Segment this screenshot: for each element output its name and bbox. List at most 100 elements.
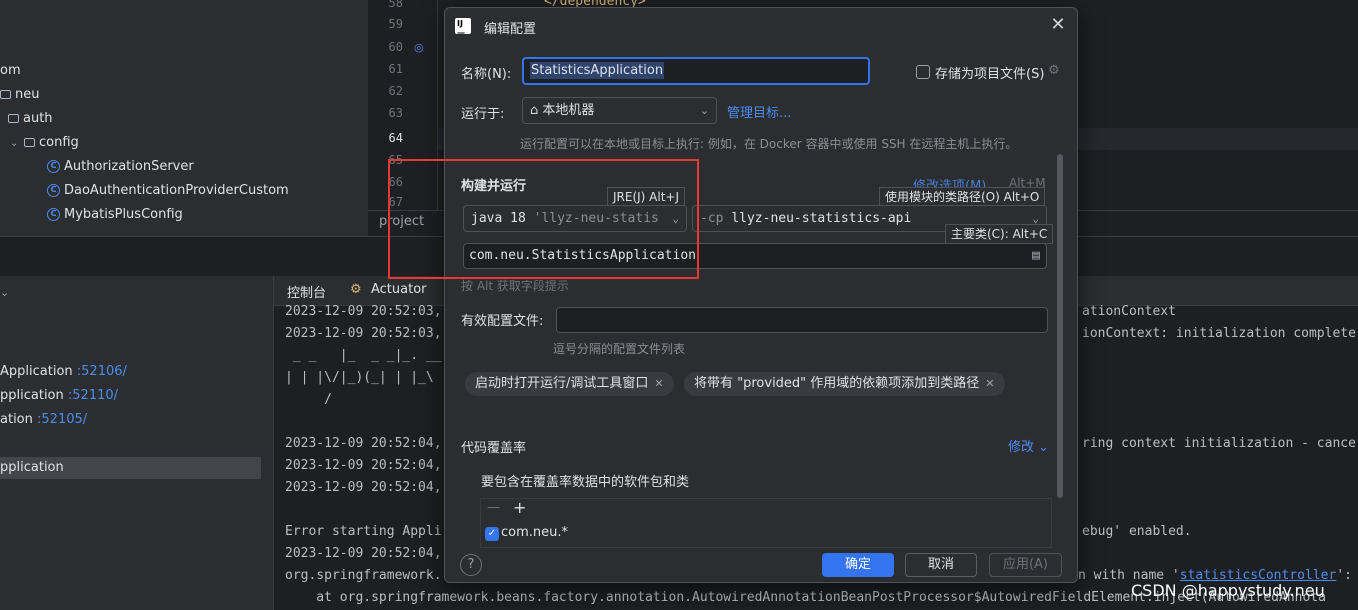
line-number: 59	[388, 17, 403, 31]
tree-item[interactable]: om	[0, 60, 21, 82]
project-tool-window: om neu auth ⌄ config C AuthorizationServer…	[0, 0, 368, 236]
service-port[interactable]: :52105/	[37, 412, 87, 427]
run-on-value: 本地机器	[542, 103, 595, 118]
home-icon: ⌂	[530, 103, 539, 118]
service-item[interactable]: pplication :52110/	[0, 385, 118, 407]
tree-item-label: DaoAuthenticationProviderCustom	[64, 183, 289, 198]
line-number: 63	[388, 106, 403, 120]
intellij-logo-icon: IJ —	[455, 18, 471, 37]
ok-button[interactable]: 确定	[822, 553, 894, 577]
line-number: 62	[388, 84, 403, 98]
store-as-file-label[interactable]: 存储为项目文件(S)	[935, 63, 1044, 82]
dialog-title-bar: IJ — 编辑配置 ✕	[445, 8, 1077, 46]
chip-label: 启动时打开运行/调试工具窗口	[475, 376, 649, 391]
service-port[interactable]: :52106/	[77, 364, 127, 379]
edit-configuration-dialog: IJ — 编辑配置 ✕ 名称(N): StatisticsApplication …	[444, 7, 1078, 583]
tree-item-neu[interactable]: neu	[0, 84, 39, 106]
dialog-scrollbar[interactable]	[1057, 154, 1063, 498]
coverage-include-label: 要包含在覆盖率数据中的软件包和类	[481, 475, 690, 490]
tree-item-class[interactable]: C MybatisPlusConfig	[47, 204, 183, 226]
tree-item-class[interactable]: C DaoAuthenticationProviderCustom	[47, 180, 289, 202]
service-name: pplication	[0, 388, 64, 403]
classpath-prefix: -cp	[700, 211, 724, 226]
name-input-value: StatisticsApplication	[530, 62, 665, 79]
tree-item-label: MybatisPlusConfig	[64, 207, 183, 222]
remove-pattern-button[interactable]: —	[487, 500, 500, 515]
tab-console[interactable]: 控制台	[287, 282, 326, 301]
service-name: pplication	[0, 460, 64, 475]
console-line: _ _ |_ _ _|_. __	[285, 348, 442, 363]
tree-item-label: om	[0, 63, 21, 78]
run-gutter-icon[interactable]: ◎	[414, 41, 424, 54]
console-line: /	[285, 392, 332, 407]
line-number: 60	[388, 40, 403, 54]
browse-icon[interactable]: ▤	[1032, 244, 1040, 268]
console-line: ionContext: initialization complete	[1082, 326, 1356, 341]
active-profiles-input[interactable]	[556, 307, 1048, 333]
coverage-title: 代码覆盖率	[461, 441, 527, 456]
console-line: | | |\/|_)(_| | |_\	[285, 370, 434, 385]
close-icon[interactable]: ✕	[1047, 14, 1069, 36]
classpath-module: llyz-neu-statistics-api	[731, 211, 912, 226]
run-on-label: 运行于:	[461, 107, 505, 122]
service-name: ation	[0, 412, 33, 427]
main-class-tooltip-text: 主要类(C): Alt+C	[951, 227, 1048, 241]
line-number: 61	[388, 62, 403, 76]
coverage-modify-label: 修改	[1008, 440, 1035, 455]
manage-targets-link[interactable]: 管理目标...	[727, 102, 791, 121]
class-icon: C	[47, 160, 60, 173]
expand-icon[interactable]: ⌄	[0, 286, 9, 299]
gear-icon[interactable]: ⚙	[1048, 63, 1060, 78]
package-icon	[8, 114, 19, 123]
console-line: 2023-12-09 20:52:04,	[285, 480, 442, 495]
console-line: 2023-12-09 20:52:03,	[285, 304, 442, 319]
tree-item-label: auth	[23, 111, 53, 126]
package-icon	[0, 90, 11, 99]
option-chip[interactable]: 将带有 "provided" 作用域的依赖项添加到类路径 ✕	[684, 372, 1005, 396]
help-button[interactable]: ?	[460, 554, 482, 576]
chevron-down-icon: ⌄	[699, 104, 709, 117]
console-line: ring context initialization - cance	[1082, 436, 1356, 451]
highlight-annotation-box	[388, 159, 699, 279]
tree-item-label: AuthorizationServer	[64, 159, 194, 174]
classpath-tooltip-text: 使用模块的类路径(O) Alt+O	[885, 190, 1040, 204]
chevron-down-icon: ⌄	[10, 138, 19, 149]
dialog-title: 编辑配置	[484, 22, 537, 37]
csdn-watermark: CSDN @happystudy.neu	[1131, 581, 1325, 600]
service-name: Application	[0, 364, 73, 379]
console-line: ationContext	[1082, 304, 1176, 319]
classpath-tooltip: 使用模块的类路径(O) Alt+O	[879, 187, 1046, 207]
service-item-selected[interactable]: pplication	[0, 457, 261, 479]
package-icon	[24, 138, 35, 147]
coverage-modify-link[interactable]: 修改 ⌄	[1008, 436, 1049, 455]
store-as-file-checkbox[interactable]	[916, 65, 930, 79]
service-port[interactable]: :52110/	[68, 388, 118, 403]
tree-item-config[interactable]: ⌄ config	[10, 132, 79, 154]
console-line: 2023-12-09 20:52:04,	[285, 546, 442, 561]
apply-button[interactable]: 应用(A)	[989, 553, 1062, 577]
tree-item-class[interactable]: C AuthorizationServer	[47, 156, 194, 178]
run-on-dropdown[interactable]: ⌂ 本地机器 ⌄	[522, 97, 717, 124]
active-profiles-label: 有效配置文件:	[461, 314, 544, 329]
active-profiles-hint: 逗号分隔的配置文件列表	[553, 342, 686, 356]
console-line: 2023-12-09 20:52:04,	[285, 458, 442, 473]
run-on-hint: 运行配置可以在本地或目标上执行: 例如，在 Docker 容器中或使用 SSH …	[520, 137, 1018, 151]
line-number: 58	[388, 0, 403, 10]
remove-icon[interactable]: ✕	[654, 377, 663, 390]
cancel-button[interactable]: 取消	[905, 553, 977, 577]
console-line: ebug' enabled.	[1082, 524, 1192, 539]
class-icon: C	[47, 184, 60, 197]
service-item[interactable]: Application :52106/	[0, 361, 127, 383]
coverage-pattern-checkbox[interactable]: ✓	[485, 527, 499, 541]
coverage-pattern: com.neu.*	[501, 525, 569, 540]
tree-item-auth[interactable]: auth	[8, 108, 53, 130]
remove-icon[interactable]: ✕	[985, 377, 994, 390]
class-icon: C	[47, 208, 60, 221]
name-input[interactable]: StatisticsApplication	[522, 57, 870, 85]
service-item[interactable]: ation :52105/	[0, 409, 87, 431]
tab-actuator[interactable]: Actuator	[371, 282, 427, 297]
coverage-package-list: — + ✓ com.neu.*	[480, 498, 1052, 548]
add-pattern-button[interactable]: +	[513, 498, 526, 517]
option-chip[interactable]: 启动时打开运行/调试工具窗口 ✕	[465, 372, 674, 396]
tree-item-label: neu	[15, 87, 40, 102]
